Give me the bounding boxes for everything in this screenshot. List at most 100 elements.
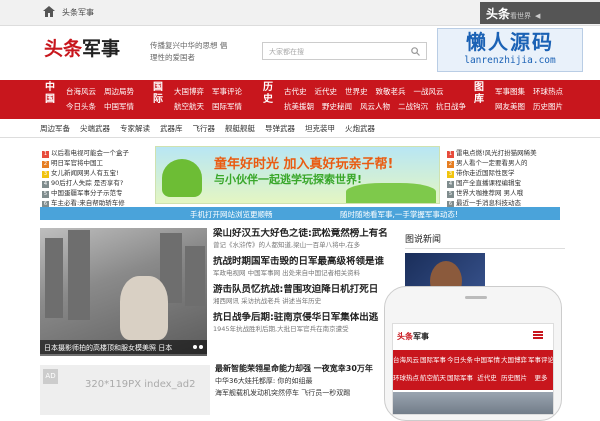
- mobile-nav-item[interactable]: 军事评论: [528, 354, 553, 364]
- mobile-nav-item[interactable]: 今日头条: [447, 354, 473, 364]
- list-item[interactable]: 4 国产全直播课程编辑宝: [447, 178, 597, 188]
- rank-badge: 5: [42, 191, 49, 198]
- nav-group-label: 历史: [263, 82, 273, 105]
- list-item[interactable]: 3 带你走近国际性医学: [447, 168, 597, 178]
- watermark-en: lanrenzhijia.com: [464, 55, 556, 66]
- nav-item[interactable]: 大国博弈: [174, 86, 204, 97]
- list-item[interactable]: 最新智能荣翎星命能力却强 一夜宽幸30万年: [215, 363, 400, 375]
- headline-title[interactable]: 游击队员忆抗战:曾围攻迫降日机打死日: [213, 284, 398, 296]
- slider-dots[interactable]: [193, 343, 205, 351]
- ad-text: 320*119PX index_ad2: [85, 379, 196, 390]
- rank-badge: 4: [42, 181, 49, 188]
- mobile-nav-item[interactable]: 大国博弈: [501, 354, 527, 364]
- nav-item[interactable]: 军事图集: [495, 86, 525, 97]
- list-item[interactable]: 5 世界大咖推荐网 男人哦: [447, 188, 597, 198]
- nav-item[interactable]: 军事评论: [212, 86, 242, 97]
- list-item[interactable]: 1 雷电点燃!风光打扮猫网稀美: [447, 148, 597, 158]
- mobile-nav-item[interactable]: 更多: [528, 372, 553, 382]
- nav-item[interactable]: 二战钩沉: [398, 101, 428, 112]
- mobile-nav-item[interactable]: 国际军事: [420, 354, 446, 364]
- nav-item[interactable]: 世界史: [345, 86, 368, 97]
- subnav-item[interactable]: 舰艇舰艇: [225, 123, 255, 134]
- headline-title[interactable]: 梁山好汉五大好色之徒:武松竟然榜上有名: [213, 228, 398, 240]
- mobile-logo-red: 头条: [397, 332, 413, 341]
- subnav-item[interactable]: 导弹武器: [265, 123, 295, 134]
- subnav-item[interactable]: 专家解读: [120, 123, 150, 134]
- headline-title[interactable]: 抗日战争后期:驻南京侵华日军集体出逃: [213, 312, 398, 324]
- search-icon[interactable]: [411, 47, 420, 56]
- nav-item[interactable]: 中国军情: [104, 101, 134, 112]
- mobile-nav-item[interactable]: 台海风云: [393, 354, 419, 364]
- mobile-logo-black: 军事: [413, 332, 429, 341]
- nav-item[interactable]: 航空航天: [174, 101, 204, 112]
- building-shape: [68, 230, 90, 320]
- subnav-item[interactable]: 坦克装甲: [305, 123, 335, 134]
- subnav-item[interactable]: 火炮武器: [345, 123, 375, 134]
- mobile-logo[interactable]: 头条军事: [397, 331, 429, 342]
- arrow-icon[interactable]: ◀: [535, 12, 540, 20]
- list-item[interactable]: 1 以后看电视可能会一个盒子: [42, 148, 152, 158]
- mobile-nav-item[interactable]: 历史图片: [501, 372, 527, 382]
- rank-badge: 4: [447, 181, 454, 188]
- breadcrumb[interactable]: 头条军事: [62, 7, 94, 18]
- headline-title[interactable]: 抗战时期国军击毁的日军最高级将领是谁: [213, 256, 398, 268]
- news-title: 90后打人失踪 是否享有?: [51, 179, 124, 187]
- list-item[interactable]: 4 90后打人失踪 是否享有?: [42, 178, 152, 188]
- nav-item[interactable]: 抗日战争: [436, 101, 466, 112]
- site-badge[interactable]: 头条看世界 ◀: [480, 2, 600, 24]
- nav-item[interactable]: 野史秘闻: [322, 101, 352, 112]
- mobile-nav-item[interactable]: 环球热点: [393, 372, 419, 382]
- mobile-nav-item[interactable]: 航空航天: [420, 372, 446, 382]
- promo-banner[interactable]: 童年好时光 加入真好玩亲子帮! 与小伙伴一起逃学玩探索世界!: [155, 146, 440, 204]
- slider-dot[interactable]: [199, 345, 203, 349]
- list-item[interactable]: 2 男人看个一定要看男人的: [447, 158, 597, 168]
- nav-item[interactable]: 今日头条: [66, 101, 96, 112]
- site-logo[interactable]: 头条军事: [44, 34, 120, 61]
- mobile-nav-item[interactable]: 中国军情: [474, 354, 500, 364]
- home-icon[interactable]: [43, 6, 55, 17]
- nav-group-gallery: 图库 军事图集 环球热点 网友美图 历史图片: [473, 80, 598, 119]
- slider-dot[interactable]: [193, 345, 197, 349]
- nav-item[interactable]: 致敬老兵: [376, 86, 406, 97]
- nav-item[interactable]: 网友美图: [495, 101, 525, 112]
- subnav-item[interactable]: 飞行器: [193, 123, 216, 134]
- list-item[interactable]: 3 女儿新闻网男人有五宝!: [42, 168, 152, 178]
- search-input[interactable]: 大家都在搜: [262, 42, 427, 60]
- mobile-feature-image[interactable]: [393, 392, 553, 414]
- nav-item[interactable]: 国际军情: [212, 101, 242, 112]
- nav-item[interactable]: 近代史: [315, 86, 338, 97]
- nav-item[interactable]: 历史图片: [533, 101, 563, 112]
- mobile-nav-item[interactable]: 近代史: [474, 372, 500, 382]
- nav-item[interactable]: 古代史: [284, 86, 307, 97]
- nav-item[interactable]: 台海风云: [66, 86, 96, 97]
- nav-item[interactable]: 周边局势: [104, 86, 134, 97]
- news-title: 车主必看:来自帮助轿车修: [51, 199, 125, 207]
- nav-item[interactable]: 环球热点: [533, 86, 563, 97]
- feature-caption[interactable]: 日本摄影师拍的高楼顶和服女模美照 日本: [40, 340, 207, 354]
- rank-badge: 5: [447, 191, 454, 198]
- nav-item[interactable]: 一战风云: [414, 86, 444, 97]
- list-item[interactable]: 海军舰载机发动机突然停车 飞行员一秒双踢: [215, 387, 400, 399]
- list-item[interactable]: 中华36大娃托都厚: 你的如组最: [215, 375, 400, 387]
- list-item[interactable]: 5 中国蛋疆军事分子示范专: [42, 188, 152, 198]
- news-title: 世界大咖推荐网 男人哦: [456, 189, 524, 197]
- mobile-promo-strip[interactable]: 手机打开网站浏览更顺畅 随时随地看军事,一手掌握军事动态!: [40, 207, 560, 220]
- mobile-nav-item[interactable]: 国际军事: [447, 372, 473, 382]
- phone-screen: 头条军事 台海风云 国际军事 今日头条 中国军情 大国博弈 军事评论 环球热点 …: [392, 323, 554, 415]
- nav-item[interactable]: 风云人物: [360, 101, 390, 112]
- nav-group-label: 图库: [474, 82, 484, 105]
- list-item[interactable]: 2 明日军官将中国工: [42, 158, 152, 168]
- subnav-item[interactable]: 武器库: [160, 123, 183, 134]
- news-title: 最近一手消息科技动态: [456, 199, 521, 207]
- hot-news-left: 1 以后看电视可能会一个盒子 2 明日军官将中国工 3 女儿新闻网男人有五宝! 4 90…: [42, 148, 152, 208]
- ad-placeholder[interactable]: AD 320*119PX index_ad2: [40, 365, 210, 415]
- news-title: 国产全直播课程编辑宝: [456, 179, 521, 187]
- badge-main: 头条: [486, 7, 511, 21]
- badge-sub: 看世界: [510, 12, 532, 20]
- subnav-item[interactable]: 周边军备: [40, 123, 70, 134]
- subnav-item[interactable]: 尖端武器: [80, 123, 110, 134]
- menu-icon[interactable]: [533, 331, 543, 339]
- news-title: 雷电点燃!风光打扮猫网稀美: [456, 149, 537, 157]
- feature-image[interactable]: [40, 228, 207, 356]
- nav-item[interactable]: 抗美援朝: [284, 101, 314, 112]
